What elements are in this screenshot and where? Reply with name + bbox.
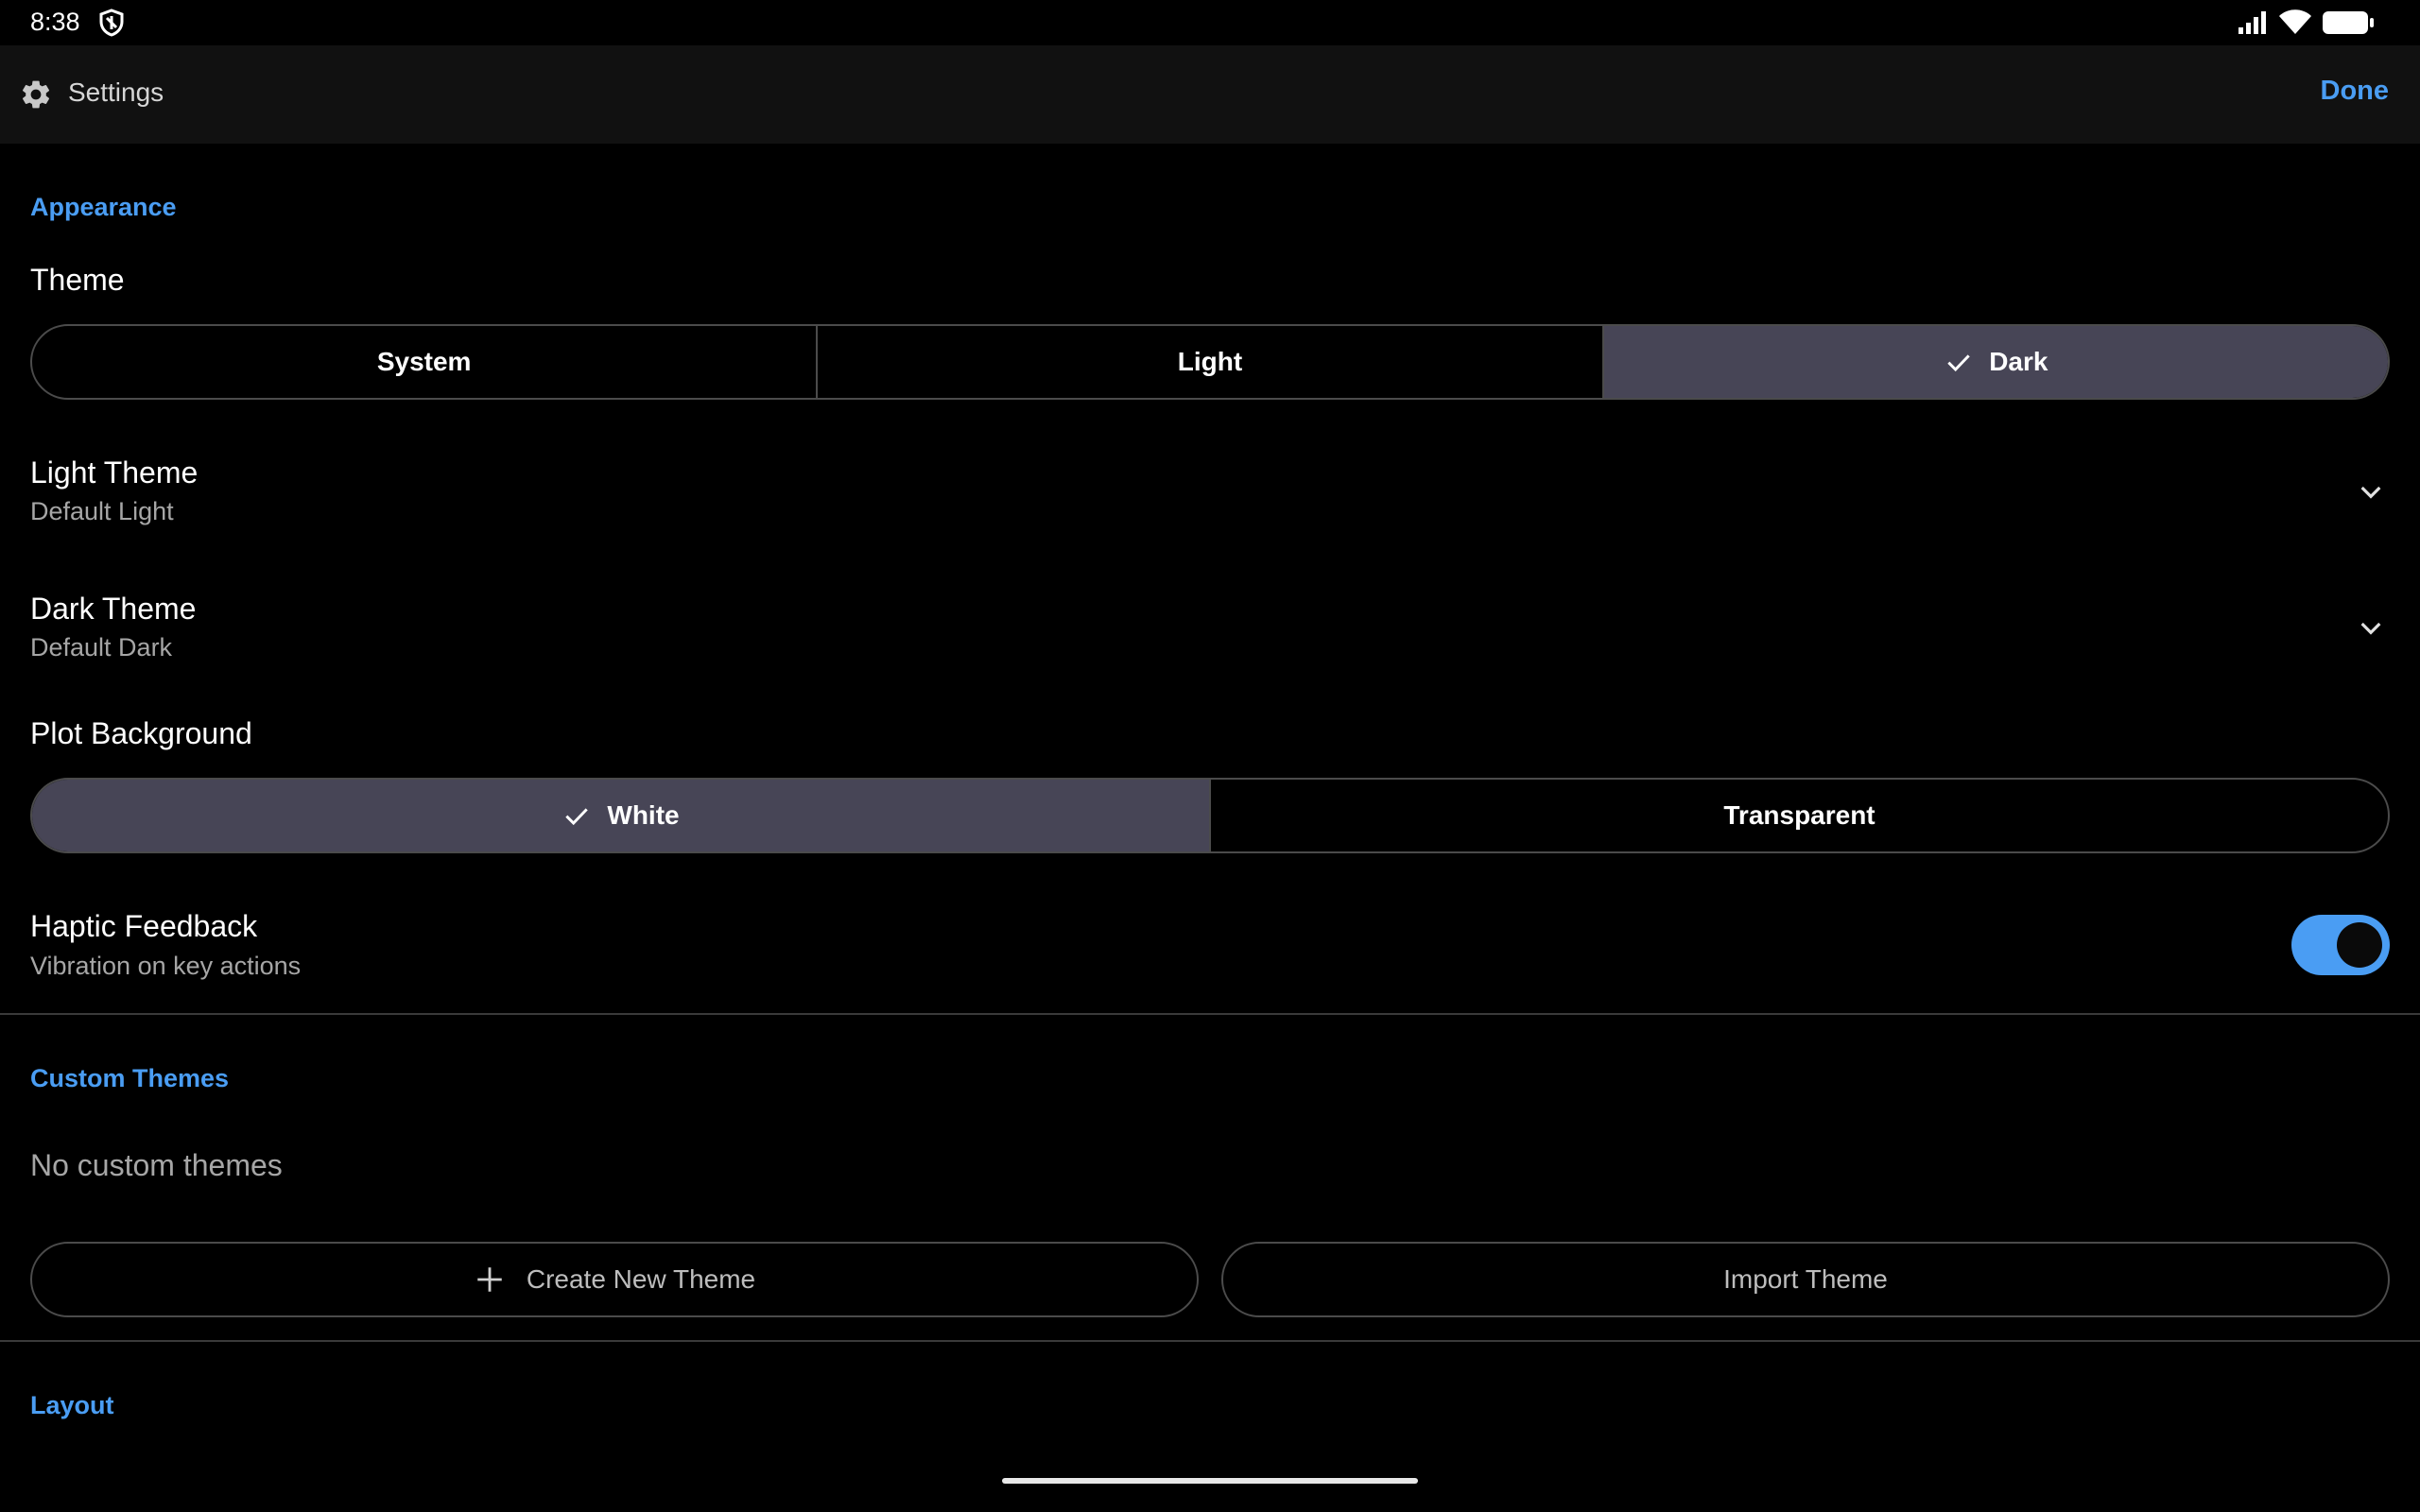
vpn-shield-icon — [99, 9, 124, 37]
toggle-knob — [2337, 922, 2382, 968]
plot-background-label: Plot Background — [30, 716, 252, 750]
divider — [0, 1013, 2420, 1015]
theme-label: Theme — [30, 263, 125, 297]
status-bar: 8:38 — [0, 0, 2420, 45]
section-title-appearance: Appearance — [30, 193, 177, 221]
plot-background-segmented-control: White Transparent — [30, 778, 2390, 853]
home-indicator — [1002, 1478, 1418, 1484]
theme-option-dark[interactable]: Dark — [1603, 326, 2388, 398]
dark-theme-row[interactable]: Dark Theme Default Dark — [0, 580, 2420, 684]
plot-bg-option-transparent[interactable]: Transparent — [1211, 780, 2388, 851]
haptic-feedback-subtitle: Vibration on key actions — [30, 952, 302, 980]
light-theme-row[interactable]: Light Theme Default Light — [0, 444, 2420, 548]
haptic-feedback-toggle[interactable] — [2291, 915, 2390, 975]
dark-theme-value: Default Dark — [30, 633, 173, 662]
page-title: Settings — [68, 77, 164, 107]
theme-option-system-label: System — [376, 347, 472, 376]
done-button[interactable]: Done — [2321, 76, 2390, 107]
status-time: 8:38 — [30, 8, 80, 36]
import-theme-label: Import Theme — [1723, 1264, 1888, 1294]
check-icon — [1947, 354, 1970, 372]
create-new-theme-button[interactable]: Create New Theme — [30, 1242, 1199, 1317]
theme-option-system[interactable]: System — [32, 326, 819, 398]
app-bar: Settings Done — [0, 45, 2420, 144]
gear-icon — [22, 80, 50, 109]
haptic-feedback-label: Haptic Feedback — [30, 909, 258, 943]
no-custom-themes-text: No custom themes — [30, 1148, 283, 1182]
plot-bg-option-white-label: White — [607, 800, 680, 830]
theme-option-light[interactable]: Light — [818, 326, 1604, 398]
plot-bg-option-white[interactable]: White — [32, 780, 1211, 851]
battery-icon — [2323, 11, 2374, 34]
light-theme-value: Default Light — [30, 497, 174, 525]
import-theme-button[interactable]: Import Theme — [1221, 1242, 2390, 1317]
theme-option-light-label: Light — [1177, 347, 1243, 376]
chevron-down-icon — [2360, 622, 2381, 635]
chevron-down-icon — [2360, 486, 2381, 499]
create-new-theme-label: Create New Theme — [526, 1264, 756, 1294]
signal-icon — [2238, 11, 2266, 34]
theme-segmented-control: System Light Dark — [30, 324, 2390, 400]
divider — [0, 1340, 2420, 1342]
section-title-layout: Layout — [30, 1391, 114, 1419]
check-icon — [565, 808, 589, 826]
dark-theme-label: Dark Theme — [30, 592, 197, 626]
section-title-custom-themes: Custom Themes — [30, 1064, 230, 1092]
theme-option-dark-label: Dark — [1989, 347, 2048, 376]
plot-bg-option-transparent-label: Transparent — [1723, 800, 1876, 830]
wifi-icon — [2279, 9, 2311, 34]
light-theme-label: Light Theme — [30, 455, 199, 490]
plus-icon — [477, 1267, 502, 1292]
